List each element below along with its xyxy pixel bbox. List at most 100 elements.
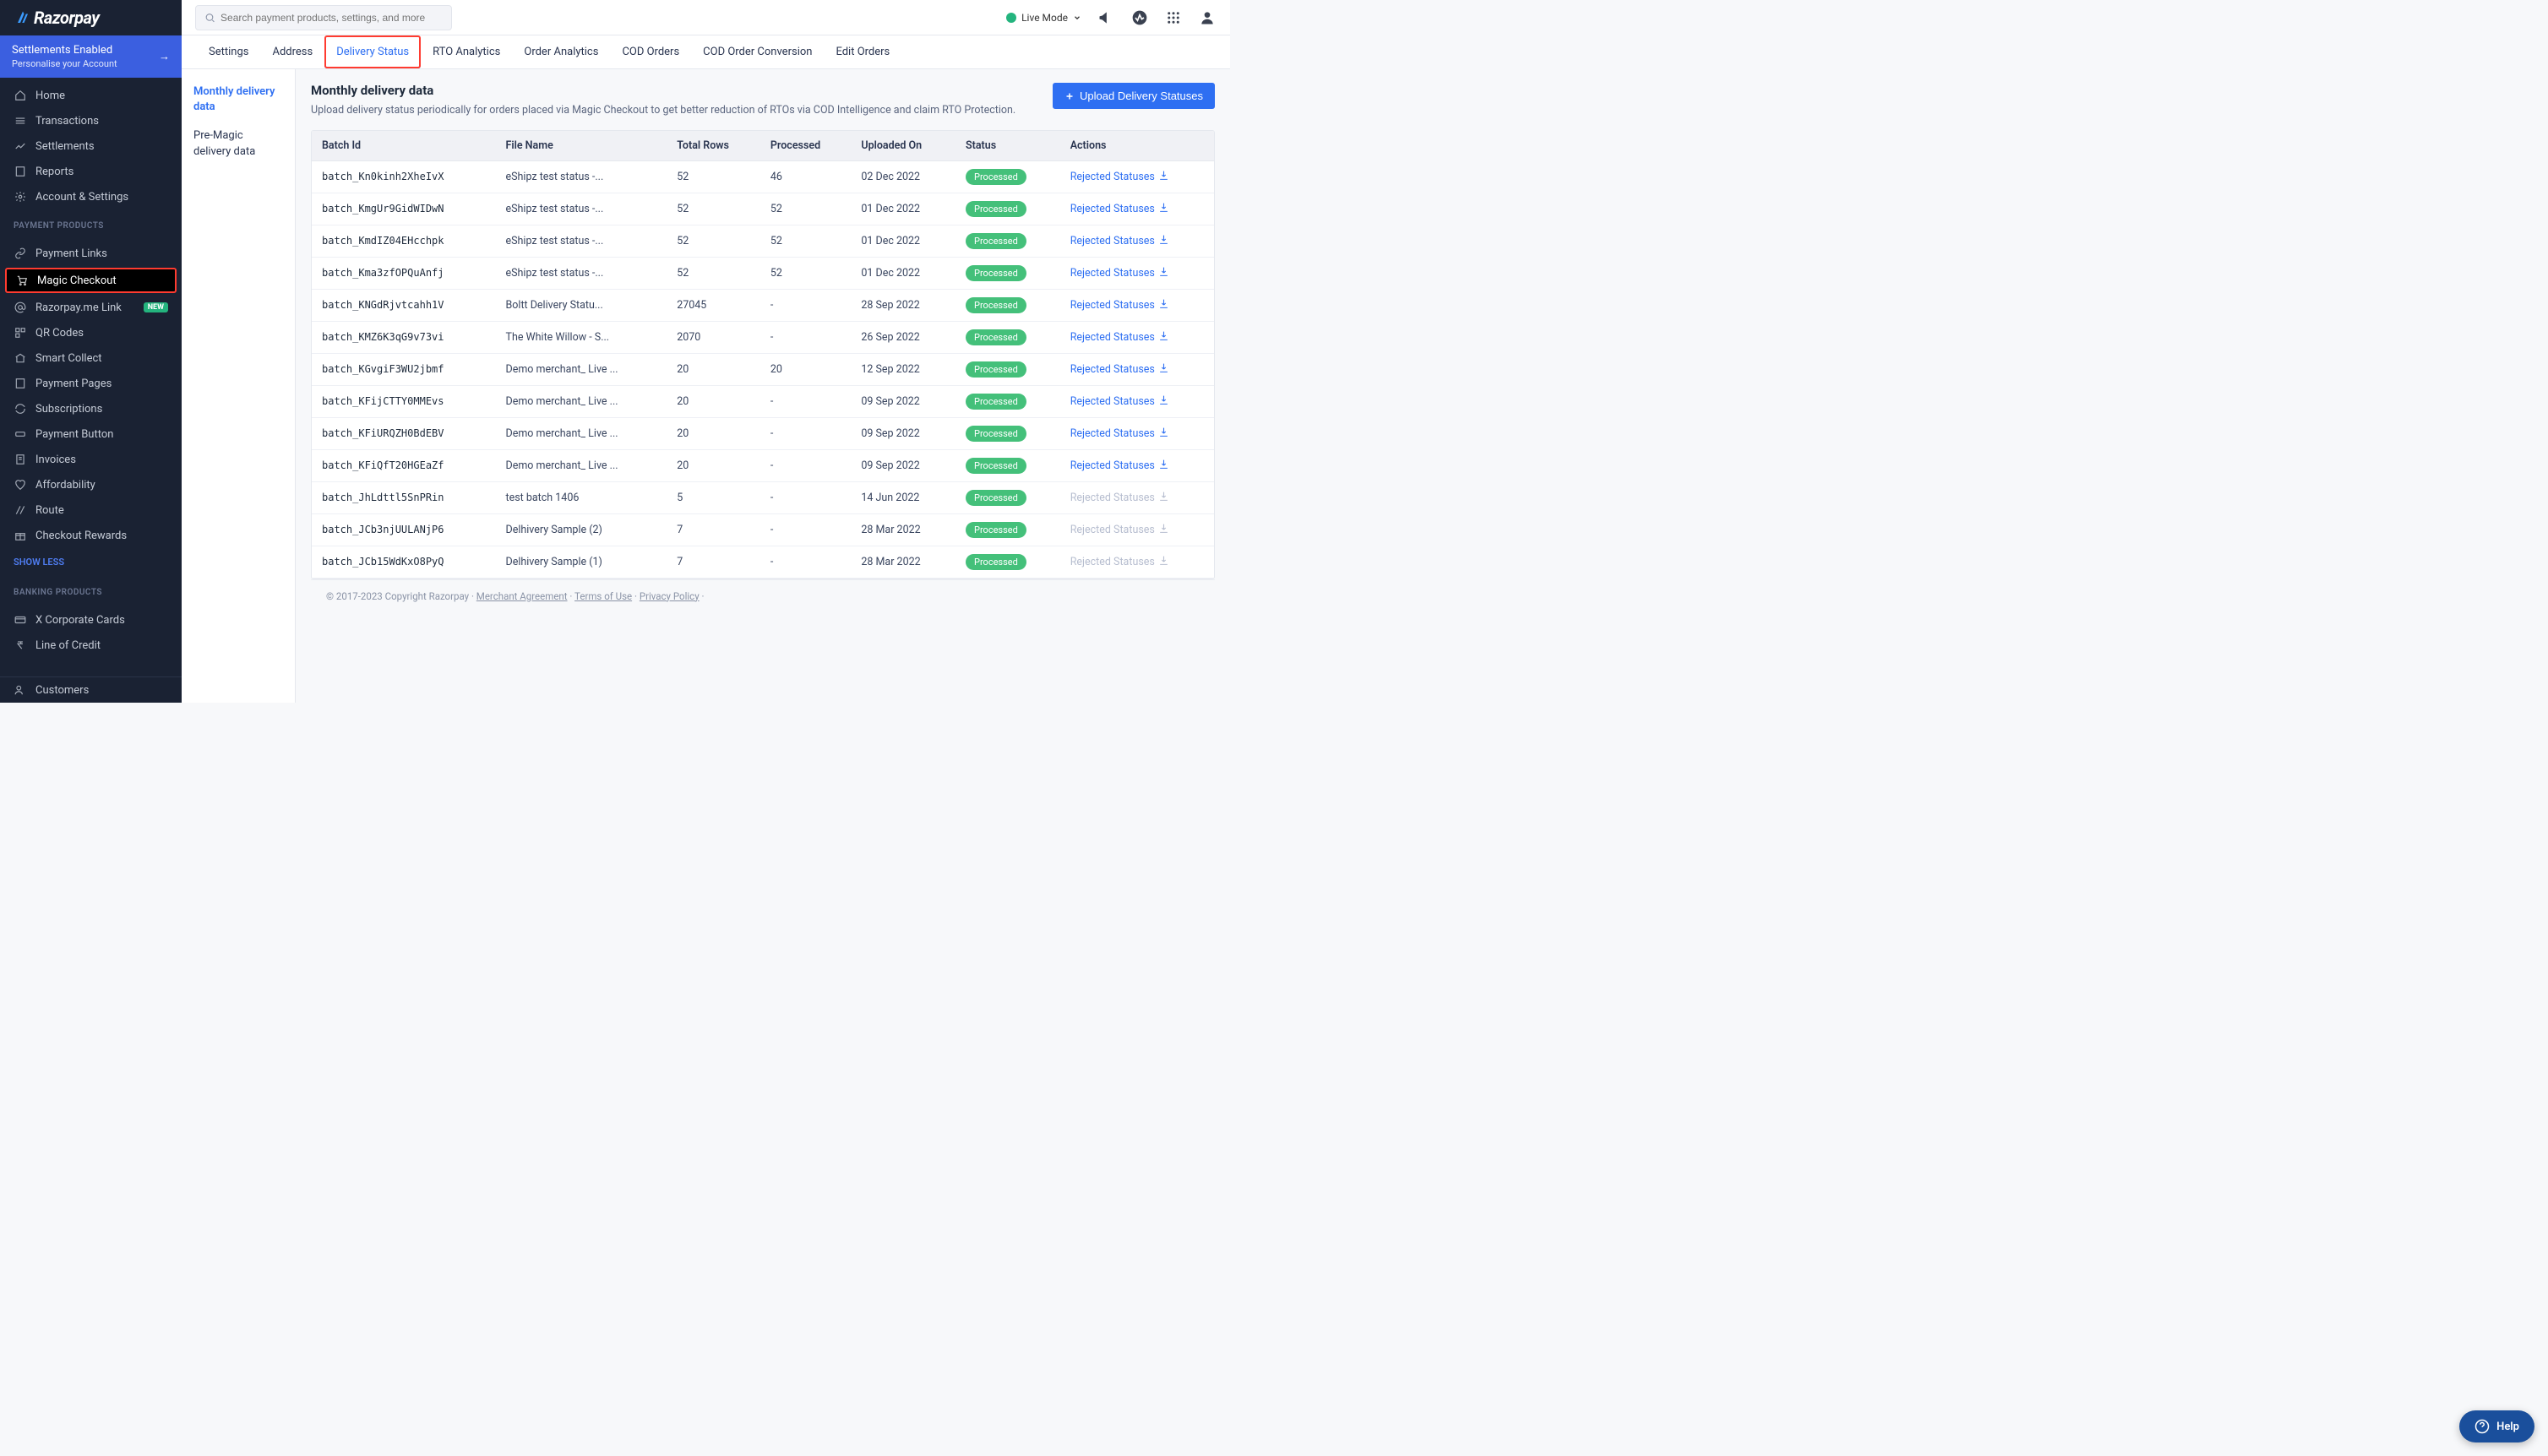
nav-subscriptions[interactable]: Subscriptions — [0, 396, 182, 421]
subnav: Monthly delivery data Pre-Magic delivery… — [182, 69, 296, 703]
nav-razorpay-me[interactable]: Razorpay.me LinkNEW — [0, 295, 182, 320]
search-box[interactable] — [195, 5, 452, 30]
page-icon — [14, 377, 27, 390]
nav-label: X Corporate Cards — [35, 614, 125, 627]
cell-file-name: Boltt Delivery Statu... — [495, 289, 667, 321]
nav-line-of-credit[interactable]: Line of Credit — [0, 633, 182, 658]
live-mode-toggle[interactable]: Live Mode — [1006, 12, 1081, 24]
help-button[interactable]: Help — [2459, 1410, 2534, 1442]
status-badge: Processed — [966, 458, 1026, 474]
tab-cod-orders[interactable]: COD Orders — [610, 35, 691, 68]
nav-reports[interactable]: Reports — [0, 159, 182, 184]
nav-label: Subscriptions — [35, 403, 102, 416]
subnav-monthly[interactable]: Monthly delivery data — [193, 81, 283, 125]
cell-uploaded-on: 09 Sep 2022 — [851, 417, 956, 449]
cell-uploaded-on: 01 Dec 2022 — [851, 193, 956, 225]
nav-qr-codes[interactable]: QR Codes — [0, 320, 182, 345]
nav-affordability[interactable]: Affordability — [0, 472, 182, 497]
live-mode-label: Live Mode — [1021, 12, 1068, 24]
show-less-toggle[interactable]: SHOW LESS — [0, 548, 182, 576]
nav-payment-links[interactable]: Payment Links — [0, 241, 182, 266]
rejected-statuses-link[interactable]: Rejected Statuses — [1070, 394, 1169, 409]
nav-invoices[interactable]: Invoices — [0, 447, 182, 472]
tab-order-analytics[interactable]: Order Analytics — [512, 35, 610, 68]
cell-file-name: test batch 1406 — [495, 481, 667, 513]
cell-total-rows: 20 — [667, 385, 760, 417]
chevron-down-icon — [1073, 14, 1081, 22]
nav-magic-checkout[interactable]: Magic Checkout — [5, 268, 177, 293]
nav-payment-button[interactable]: Payment Button — [0, 421, 182, 447]
rejected-statuses-link[interactable]: Rejected Statuses — [1070, 459, 1169, 473]
nav-smart-collect[interactable]: Smart Collect — [0, 345, 182, 371]
cell-status: Processed — [956, 193, 1060, 225]
cell-batch-id: batch_JCb3njUULANjP6 — [312, 513, 495, 546]
reports-icon — [14, 165, 27, 178]
cell-actions: Rejected Statuses — [1060, 289, 1214, 321]
upload-delivery-statuses-button[interactable]: Upload Delivery Statuses — [1053, 83, 1215, 109]
tab-rto-analytics[interactable]: RTO Analytics — [421, 35, 512, 68]
cell-uploaded-on: 28 Sep 2022 — [851, 289, 956, 321]
footer-link-merchant[interactable]: Merchant Agreement — [476, 590, 568, 602]
tab-address[interactable]: Address — [260, 35, 324, 68]
nav-label: Payment Pages — [35, 378, 112, 390]
tab-delivery-status[interactable]: Delivery Status — [324, 35, 421, 68]
rejected-statuses-link[interactable]: Rejected Statuses — [1070, 170, 1169, 184]
brand-logo[interactable]: Razorpay — [0, 0, 182, 35]
nav-payment-pages[interactable]: Payment Pages — [0, 371, 182, 396]
tab-cod-order-conversion[interactable]: COD Order Conversion — [691, 35, 824, 68]
status-badge: Processed — [966, 394, 1026, 410]
footer-link-privacy[interactable]: Privacy Policy — [640, 590, 700, 602]
profile-icon[interactable] — [1198, 8, 1217, 27]
nav-account-settings[interactable]: Account & Settings — [0, 184, 182, 209]
rejected-statuses-link: Rejected Statuses — [1070, 555, 1169, 569]
users-icon — [14, 683, 27, 697]
rejected-statuses-link[interactable]: Rejected Statuses — [1070, 426, 1169, 441]
footer: © 2017-2023 Copyright Razorpay · Merchan… — [311, 579, 1215, 612]
nav-corporate-cards[interactable]: X Corporate Cards — [0, 607, 182, 633]
download-icon — [1158, 170, 1169, 184]
nav-home[interactable]: Home — [0, 83, 182, 108]
nav-label: Smart Collect — [35, 352, 102, 365]
activity-icon[interactable] — [1130, 8, 1149, 27]
nav-route[interactable]: Route — [0, 497, 182, 523]
upload-btn-label: Upload Delivery Statuses — [1080, 90, 1203, 102]
footer-link-terms[interactable]: Terms of Use — [574, 590, 632, 602]
rejected-statuses-link[interactable]: Rejected Statuses — [1070, 362, 1169, 377]
download-icon — [1158, 362, 1169, 377]
tab-settings[interactable]: Settings — [197, 35, 260, 68]
subnav-pre-magic[interactable]: Pre-Magic delivery data — [193, 125, 283, 169]
announcements-icon[interactable] — [1097, 8, 1115, 27]
apps-grid-icon[interactable] — [1164, 8, 1183, 27]
status-badge: Processed — [966, 522, 1026, 538]
cell-status: Processed — [956, 417, 1060, 449]
brand-name: Razorpay — [34, 8, 99, 28]
cell-processed: 52 — [760, 257, 851, 289]
rejected-statuses-link[interactable]: Rejected Statuses — [1070, 202, 1169, 216]
cell-processed: 46 — [760, 160, 851, 193]
cell-file-name: Delhivery Sample (2) — [495, 513, 667, 546]
settlements-banner[interactable]: Settlements Enabled Personalise your Acc… — [0, 35, 182, 78]
rejected-statuses-link[interactable]: Rejected Statuses — [1070, 234, 1169, 248]
cell-batch-id: batch_KmdIZ04EHcchpk — [312, 225, 495, 257]
cell-actions: Rejected Statuses — [1060, 546, 1214, 578]
nav-label: Account & Settings — [35, 191, 128, 204]
nav-customers[interactable]: Customers — [0, 677, 182, 703]
download-icon — [1158, 266, 1169, 280]
search-input[interactable] — [220, 12, 443, 24]
status-badge: Processed — [966, 329, 1026, 345]
nav-label: Invoices — [35, 454, 76, 466]
cell-file-name: Demo merchant_ Live ... — [495, 385, 667, 417]
nav-label: Transactions — [35, 115, 99, 128]
chevron-right-icon: → — [159, 50, 170, 63]
rejected-statuses-link[interactable]: Rejected Statuses — [1070, 298, 1169, 312]
nav-transactions[interactable]: Transactions — [0, 108, 182, 133]
rejected-statuses-link[interactable]: Rejected Statuses — [1070, 266, 1169, 280]
link-icon — [14, 247, 27, 260]
tab-edit-orders[interactable]: Edit Orders — [824, 35, 901, 68]
rejected-statuses-link[interactable]: Rejected Statuses — [1070, 330, 1169, 345]
cell-uploaded-on: 28 Mar 2022 — [851, 513, 956, 546]
cell-processed: - — [760, 385, 851, 417]
nav-checkout-rewards[interactable]: Checkout Rewards — [0, 523, 182, 548]
cell-uploaded-on: 01 Dec 2022 — [851, 257, 956, 289]
nav-settlements[interactable]: Settlements — [0, 133, 182, 159]
